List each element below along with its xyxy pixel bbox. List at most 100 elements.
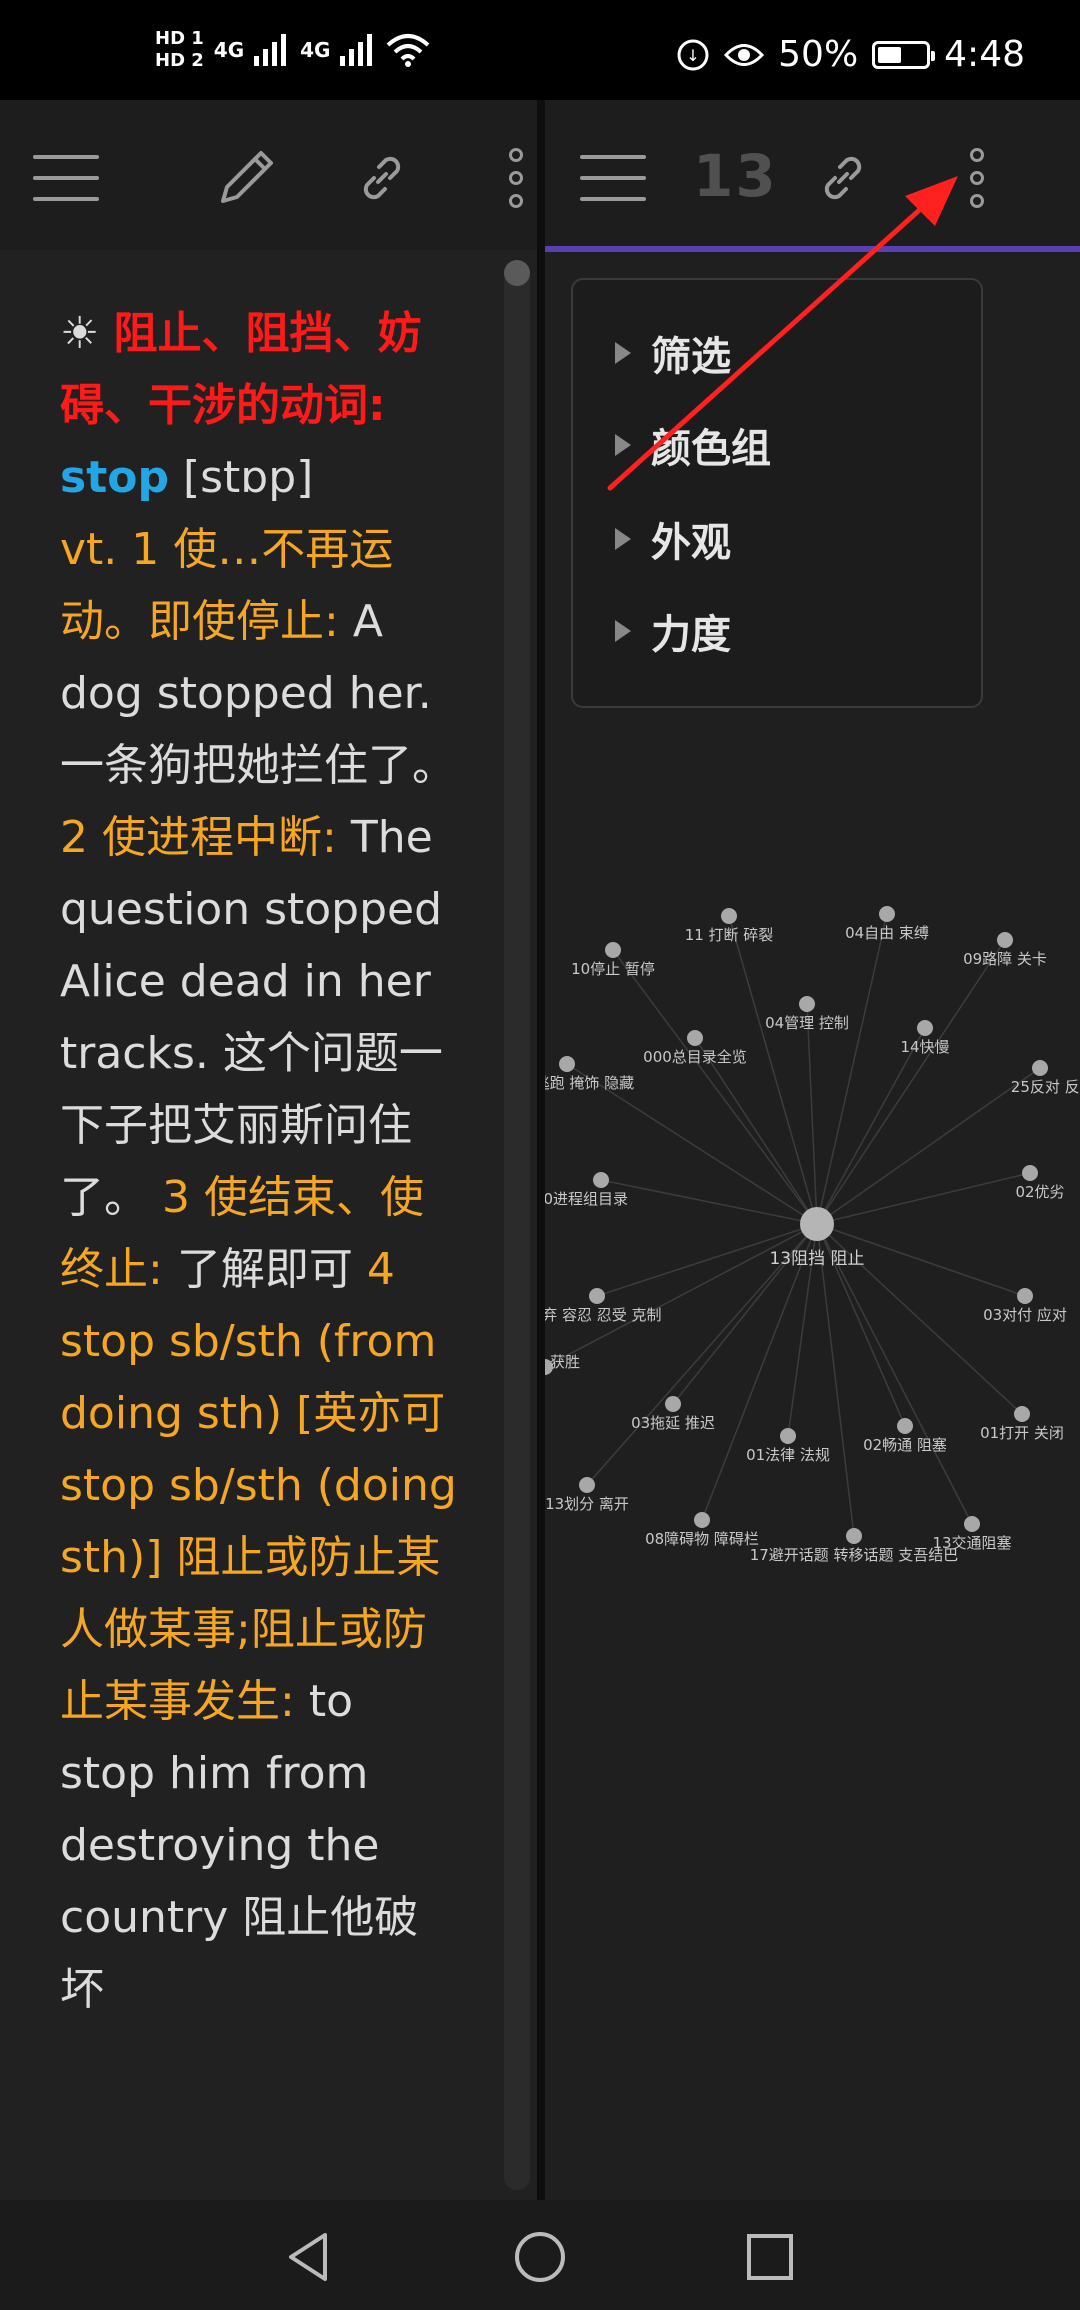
battery-icon [872, 40, 936, 69]
graph-node[interactable] [721, 908, 737, 924]
hd1-label: HD 1 [155, 28, 204, 49]
graph-pane: 13 11 打断 碎裂 04自由 束缚 10停止 暂停 09路障 关卡 04管理 控制 0… [545, 100, 1080, 2200]
graph-node-label: 03对付 应对 [983, 1306, 1067, 1324]
hd2-label: HD 2 [155, 50, 204, 71]
note-content[interactable]: ☀ 阻止、阻挡、妨碍、干涉的动词: stop [stɒp] vt. 1 使…不再… [0, 250, 537, 2200]
menu-icon [33, 155, 99, 201]
graph-node-label: 04自由 束缚 [845, 924, 929, 942]
status-right: ↓ 50% 4:48 [676, 34, 1025, 75]
scrollbar-thumb[interactable] [504, 260, 530, 286]
graph-node-label: 000总目录全览 [643, 1048, 747, 1066]
graph-node[interactable] [1022, 1165, 1038, 1181]
graph-node-label: 14快慢 [900, 1038, 949, 1056]
pencil-icon [221, 151, 273, 203]
status-bar: HD 1 HD 2 4G 4G ↓ 50% 4:48 [0, 0, 1080, 100]
graph-node-label: 25反对 反抗 抵制 违 [1011, 1078, 1080, 1096]
graph-center-node[interactable] [800, 1207, 834, 1241]
recents-icon [747, 2234, 793, 2280]
more-vert-icon [509, 148, 523, 208]
color-groups-label: 颜色组 [651, 426, 771, 472]
link-icon [363, 156, 401, 200]
forces-section[interactable]: 力度 [615, 602, 731, 660]
back-button[interactable] [274, 2222, 344, 2292]
graph-node-label: 00进程组目录 [545, 1190, 628, 1208]
graph-center-label: 13阻挡 阻止 [769, 1249, 864, 1269]
forces-label: 力度 [651, 612, 731, 658]
data-saver-icon: ↓ [677, 39, 709, 70]
graph-node[interactable] [879, 906, 895, 922]
graph-node[interactable] [593, 1172, 609, 1188]
graph-node-label: 02畅通 阻塞 [863, 1436, 947, 1454]
signal-icon [254, 34, 287, 66]
graph-node[interactable] [917, 1020, 933, 1036]
graph-node[interactable] [897, 1418, 913, 1434]
graph-node-label: 03拖延 推迟 [631, 1414, 715, 1432]
expand-triangle-icon [615, 620, 631, 642]
graph-node[interactable] [1014, 1406, 1030, 1422]
example-2: The question stopped Alice dead in her t… [60, 812, 443, 1223]
graph-edge [816, 939, 1006, 1225]
graph-edge [816, 913, 888, 1225]
graph-node-label: 10停止 暂停 [571, 960, 655, 978]
graph-node[interactable] [559, 1056, 575, 1072]
graph-node[interactable] [694, 1512, 710, 1528]
expand-triangle-icon [615, 342, 631, 364]
graph-node[interactable] [997, 932, 1013, 948]
sidebar-toggle-button[interactable] [28, 140, 104, 216]
graph-edge [545, 1223, 818, 1368]
sense-1: vt. 1 使…不再运动。即使停止: [60, 524, 394, 647]
pane-divider[interactable] [537, 100, 545, 2200]
headword: stop [60, 452, 169, 503]
scrollbar-track[interactable] [504, 260, 530, 2190]
graph-node[interactable] [780, 1428, 796, 1444]
graph-node[interactable] [964, 1516, 980, 1532]
back-icon [289, 2233, 327, 2281]
battery-percent: 50% [778, 34, 859, 75]
graph-node-label: 逃避 逃跑 掩饰 隐藏 [545, 1074, 634, 1092]
navigation-bar [0, 2200, 1080, 2310]
recents-button[interactable] [735, 2222, 805, 2292]
graph-node-label: 01打开 关闭 [980, 1424, 1064, 1442]
graph-node-label: 08障碍物 障碍栏 [645, 1530, 759, 1548]
graph-node-label: 02优劣 [1015, 1183, 1064, 1201]
sun-icon: ☀ [60, 308, 100, 359]
color-groups-section[interactable]: 颜色组 [615, 416, 771, 474]
graph-controls-panel: 筛选 颜色组 外观 力度 [571, 278, 983, 708]
graph-edge [600, 1179, 818, 1225]
graph-node-label: 01法律 法规 [746, 1446, 830, 1464]
graph-node[interactable] [846, 1528, 862, 1544]
expand-triangle-icon [615, 434, 631, 456]
expand-triangle-icon [615, 528, 631, 550]
home-button[interactable] [505, 2222, 575, 2292]
graph-node[interactable] [579, 1477, 595, 1493]
graph-node[interactable] [1017, 1288, 1033, 1304]
graph-node[interactable] [589, 1288, 605, 1304]
graph-node-label: 11 打断 碎裂 [685, 926, 774, 944]
graph-node[interactable] [687, 1030, 703, 1046]
graph-edge [806, 1003, 818, 1225]
graph-edge [728, 915, 818, 1225]
filter-section[interactable]: 筛选 [615, 324, 731, 382]
edit-button[interactable] [208, 140, 284, 216]
graph-node-label: 13划分 离开 [545, 1495, 629, 1513]
graph-node[interactable] [1032, 1060, 1048, 1076]
graph-node[interactable] [605, 942, 621, 958]
hd-indicator: HD 1 HD 2 [155, 28, 204, 72]
phonetic: [stɒp] [182, 452, 314, 503]
network-label-2: 4G [300, 38, 331, 62]
graph-edge [816, 1172, 1031, 1225]
graph-edge [816, 1067, 1041, 1225]
network-label-1: 4G [213, 38, 245, 62]
note-body: ☀ 阻止、阻挡、妨碍、干涉的动词: stop [stɒp] vt. 1 使…不再… [60, 298, 460, 2026]
graph-node-label: 获胜 [550, 1353, 580, 1371]
link-button[interactable] [344, 140, 420, 216]
graph-node-label: 禁止 放弃 容忍 忍受 克制 [545, 1306, 662, 1324]
graph-edge [816, 1223, 855, 1537]
note-toolbar [0, 100, 537, 252]
display-section[interactable]: 外观 [615, 510, 731, 568]
note-pane: ☀ 阻止、阻挡、妨碍、干涉的动词: stop [stɒp] vt. 1 使…不再… [0, 100, 537, 2200]
graph-node[interactable] [665, 1396, 681, 1412]
graph-node[interactable] [799, 996, 815, 1012]
home-icon [515, 2232, 565, 2282]
graph-edge [612, 949, 818, 1225]
